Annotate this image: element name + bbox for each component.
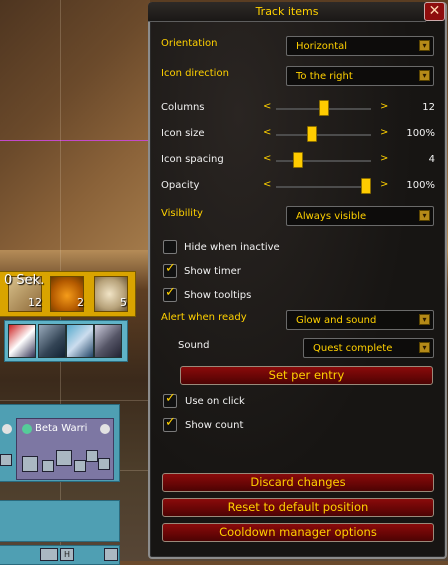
icon-size-label: Icon size — [161, 128, 205, 139]
role-icon: H — [60, 548, 74, 561]
buff-icon — [22, 456, 38, 472]
icon-spacing-decrease-button[interactable]: < — [263, 153, 271, 164]
icon-spacing-value: 4 — [428, 154, 435, 165]
columns-slider-thumb[interactable] — [318, 100, 329, 116]
show-timer-checkbox[interactable]: ✓ — [163, 261, 177, 278]
show-timer-label: Show timer — [184, 266, 241, 277]
item-count: 12 — [28, 296, 42, 309]
set-per-entry-button[interactable]: Set per entry — [180, 366, 433, 385]
building-wall — [0, 0, 150, 250]
visibility-label: Visibility — [161, 208, 203, 219]
columns-value: 12 — [422, 102, 435, 113]
spell-icon[interactable] — [8, 324, 36, 358]
chevron-down-icon: ▾ — [419, 210, 430, 221]
hide-when-inactive-label: Hide when inactive — [184, 242, 280, 253]
icon-direction-value: To the right — [296, 71, 353, 82]
opacity-slider-thumb[interactable] — [361, 178, 371, 194]
columns-decrease-button[interactable]: < — [263, 101, 271, 112]
use-on-click-label: Use on click — [185, 396, 245, 407]
icon-direction-label: Icon direction — [161, 68, 229, 79]
icon-size-increase-button[interactable]: > — [380, 127, 388, 138]
icon-size-slider-track[interactable] — [276, 134, 371, 136]
skull-icon — [2, 424, 12, 434]
cooldown-manager-options-button[interactable]: Cooldown manager options — [162, 523, 434, 542]
grid-guide-line — [0, 140, 148, 141]
sound-value: Quest complete — [313, 343, 393, 354]
columns-increase-button[interactable]: > — [380, 101, 388, 112]
chevron-down-icon: ▾ — [419, 70, 430, 81]
chevron-down-icon: ▾ — [419, 314, 430, 325]
checkmark-icon: ✓ — [165, 261, 176, 276]
chevron-down-icon: ▾ — [419, 40, 430, 51]
buff-icon — [0, 454, 12, 466]
opacity-slider-track[interactable] — [276, 186, 371, 188]
unit-name: Beta Warri — [35, 423, 88, 434]
icon-spacing-slider-track[interactable] — [276, 160, 371, 162]
grid-line-horizontal — [0, 400, 148, 401]
buff-icon — [40, 548, 58, 561]
close-button[interactable]: ✕ — [424, 2, 445, 21]
cooldown-timer-text: 0 Sek. — [4, 273, 45, 288]
icon-spacing-slider-thumb[interactable] — [293, 152, 303, 168]
spell-icon[interactable] — [38, 324, 66, 358]
opacity-decrease-button[interactable]: < — [263, 179, 271, 190]
icon-spacing-increase-button[interactable]: > — [380, 153, 388, 164]
show-tooltips-checkbox[interactable]: ✓ — [163, 285, 177, 302]
buff-icon — [98, 458, 110, 470]
checkmark-icon: ✓ — [165, 285, 176, 300]
buff-icon — [56, 450, 72, 466]
icon-spacing-label: Icon spacing — [161, 154, 224, 165]
opacity-value: 100% — [406, 180, 435, 191]
show-count-label: Show count — [185, 420, 244, 431]
orientation-dropdown[interactable]: Horizontal ▾ — [286, 36, 434, 56]
plus-icon — [22, 424, 32, 434]
columns-label: Columns — [161, 102, 205, 113]
icon-direction-dropdown[interactable]: To the right ▾ — [286, 66, 434, 86]
skull-icon — [100, 424, 110, 434]
icon-size-slider-thumb[interactable] — [307, 126, 318, 142]
use-on-click-checkbox[interactable]: ✓ — [163, 391, 177, 408]
buff-icon — [86, 450, 98, 462]
buff-icon — [74, 460, 86, 472]
visibility-value: Always visible — [296, 211, 367, 222]
sound-label: Sound — [178, 340, 210, 351]
alert-when-ready-value: Glow and sound — [296, 315, 377, 326]
show-tooltips-label: Show tooltips — [184, 290, 252, 301]
opacity-increase-button[interactable]: > — [380, 179, 388, 190]
item-count: 5 — [120, 296, 127, 309]
chevron-down-icon: ▾ — [419, 342, 430, 353]
icon-size-decrease-button[interactable]: < — [263, 127, 271, 138]
icon-size-value: 100% — [406, 128, 435, 139]
reset-to-default-position-button[interactable]: Reset to default position — [162, 498, 434, 517]
spell-icon[interactable] — [66, 324, 94, 358]
checkmark-icon: ✓ — [165, 391, 176, 406]
alert-when-ready-dropdown[interactable]: Glow and sound ▾ — [286, 310, 434, 330]
buff-icon — [104, 548, 118, 561]
show-count-checkbox[interactable]: ✓ — [163, 415, 177, 432]
hide-when-inactive-checkbox[interactable] — [163, 240, 177, 254]
dialog-title: Track items — [255, 5, 319, 18]
orientation-label: Orientation — [161, 38, 218, 49]
orientation-value: Horizontal — [296, 41, 348, 52]
spell-icon[interactable] — [94, 324, 122, 358]
item-count: 2 — [77, 296, 84, 309]
visibility-dropdown[interactable]: Always visible ▾ — [286, 206, 434, 226]
buff-icon — [42, 460, 54, 472]
alert-when-ready-label: Alert when ready — [161, 312, 247, 323]
raid-frame[interactable] — [0, 500, 120, 542]
sound-dropdown[interactable]: Quest complete ▾ — [303, 338, 434, 358]
opacity-label: Opacity — [161, 180, 200, 191]
checkmark-icon: ✓ — [165, 415, 176, 430]
discard-changes-button[interactable]: Discard changes — [162, 473, 434, 492]
